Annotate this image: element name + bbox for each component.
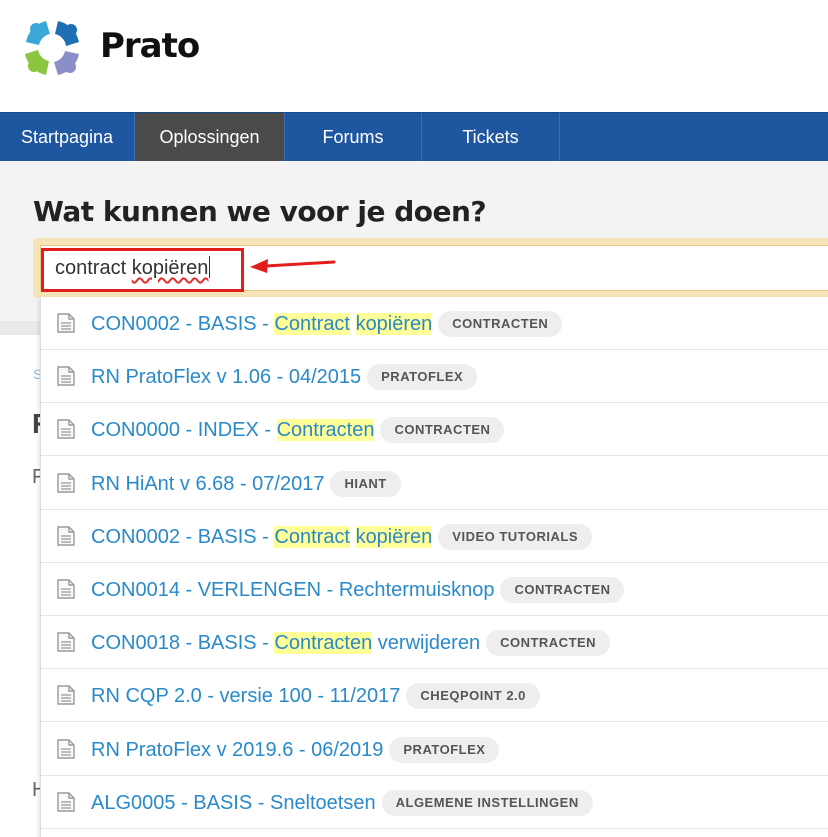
document-icon xyxy=(57,313,75,333)
suggestion-link[interactable]: RN CQP 2.0 - versie 100 - 11/2017 CHEQPOI… xyxy=(91,683,540,710)
document-icon xyxy=(57,738,75,759)
suggestion-title-part: RN PratoFlex v 2019.6 - 06/2019 xyxy=(91,738,384,761)
suggestion-link[interactable]: CON0000 - INDEX - Contracten CONTRACTEN xyxy=(91,417,505,444)
document-icon xyxy=(57,579,75,599)
suggestion-title-part: Contract xyxy=(274,313,350,335)
suggestion-link[interactable]: RN PratoFlex v 1.06 - 04/2015 PRATOFLEX xyxy=(91,364,478,391)
document-icon xyxy=(57,526,75,546)
site-header: Prato xyxy=(0,0,828,112)
suggestion-link[interactable]: ALG0005 - BASIS - Sneltoetsen ALGEMENE IN… xyxy=(91,789,593,816)
document-icon xyxy=(57,419,75,440)
main-nav: Startpagina Oplossingen Forums Tickets xyxy=(0,112,828,162)
suggestion-row[interactable]: RN PratoFlex v 2019.6 - 06/2019 PRATOFLEX xyxy=(41,723,828,776)
category-tag[interactable]: CONTRACTEN xyxy=(380,417,505,444)
category-tag[interactable]: CHEQPOINT 2.0 xyxy=(406,683,540,710)
category-tag[interactable]: VIDEO TUTORIALS xyxy=(438,523,592,550)
nav-item-oplossingen[interactable]: Oplossingen xyxy=(135,113,285,162)
category-tag[interactable]: CONTRACTEN xyxy=(500,577,625,603)
suggestion-row[interactable]: CON0018 - BASIS - Contracten verwijderen… xyxy=(41,616,828,670)
document-icon xyxy=(57,366,75,386)
document-icon xyxy=(57,792,75,812)
prato-logo-icon[interactable] xyxy=(16,12,88,84)
suggestion-title-part: RN CQP 2.0 - versie 100 - 11/2017 xyxy=(91,685,401,708)
nav-item-forums[interactable]: Forums xyxy=(285,113,422,162)
suggestion-title-part xyxy=(350,526,356,548)
annotation-highlight-box xyxy=(41,248,244,292)
search-heading: Wat kunnen we voor je doen? xyxy=(33,195,487,228)
suggestion-link[interactable]: CON0018 - BASIS - Contracten verwijderen… xyxy=(91,630,611,657)
document-icon xyxy=(57,472,75,493)
search-suggestions-dropdown: CON0002 - BASIS - Contract kopiëren CONTR… xyxy=(40,297,828,837)
suggestion-row[interactable]: CON0014 - VERLENGEN - Rechtermuisknop CON… xyxy=(41,563,828,616)
nav-item-tickets[interactable]: Tickets xyxy=(422,113,560,162)
suggestion-title-part: verwijderen xyxy=(372,632,481,655)
suggestion-link[interactable]: CON0014 - VERLENGEN - Rechtermuisknop CON… xyxy=(91,577,625,603)
suggestion-row[interactable]: CON0002 - BASIS - Contract kopiëren VIDEO… xyxy=(41,510,828,563)
suggestion-row[interactable]: CON0000 - INDEX - Contracten CONTRACTEN xyxy=(41,403,828,457)
suggestion-link[interactable]: RN HiAnt v 6.68 - 07/2017 HIANT xyxy=(91,470,401,497)
nav-item-startpagina[interactable]: Startpagina xyxy=(0,113,135,162)
category-tag[interactable]: PRATOFLEX xyxy=(367,364,478,391)
brand-name[interactable]: Prato xyxy=(100,26,200,66)
suggestion-link[interactable]: CON0002 - BASIS - Contract kopiëren CONTR… xyxy=(91,311,563,337)
suggestion-title-part: Contracten xyxy=(274,632,373,655)
suggestion-title-part: CON0018 - BASIS - xyxy=(91,632,275,655)
suggestion-row[interactable]: RN PratoFlex v 1.06 - 04/2015 PRATOFLEX xyxy=(41,350,828,404)
suggestion-title-part: Contracten xyxy=(276,419,375,442)
document-icon xyxy=(57,632,75,652)
suggestion-row[interactable]: CON0002 - BASIS - Contract kopiëren CONTR… xyxy=(41,297,828,350)
category-tag[interactable]: CONTRACTEN xyxy=(486,630,611,657)
suggestion-link[interactable]: CON0002 - BASIS - Contract kopiëren VIDEO… xyxy=(91,523,592,550)
suggestion-title-part: CON0002 - BASIS - xyxy=(91,313,275,335)
suggestion-title-part: RN PratoFlex v 1.06 - 04/2015 xyxy=(91,366,362,389)
category-tag[interactable]: CONTRACTEN xyxy=(438,311,563,337)
suggestion-title-part: CON0014 - VERLENGEN - Rechtermuisknop xyxy=(91,579,495,601)
suggestion-title-part: RN HiAnt v 6.68 - 07/2017 xyxy=(91,472,325,495)
category-tag[interactable]: PRATOFLEX xyxy=(389,736,500,763)
document-icon xyxy=(57,685,75,706)
suggestion-title-part: kopiëren xyxy=(355,525,433,548)
suggestion-link[interactable]: RN PratoFlex v 2019.6 - 06/2019 PRATOFLEX xyxy=(91,736,500,763)
suggestion-title-part: CON0002 - BASIS - xyxy=(91,525,275,548)
annotation-arrow-icon xyxy=(250,259,336,273)
suggestion-title-part: kopiëren xyxy=(355,313,433,335)
category-tag[interactable]: HIANT xyxy=(330,470,401,497)
suggestion-title-part: Contract xyxy=(274,525,350,548)
suggestion-title-part: ALG0005 - BASIS - Sneltoetsen xyxy=(91,791,376,814)
suggestion-row[interactable]: RN HiAnt v 6.68 - 07/2017 HIANT xyxy=(41,457,828,510)
suggestion-row[interactable]: ALG0005 - BASIS - Sneltoetsen ALGEMENE IN… xyxy=(41,776,828,829)
suggestion-row[interactable]: RN CQP 2.0 - versie 100 - 11/2017 CHEQPOI… xyxy=(41,669,828,723)
suggestion-title-part xyxy=(350,313,356,335)
suggestion-title-part: CON0000 - INDEX - xyxy=(91,419,277,442)
category-tag[interactable]: ALGEMENE INSTELLINGEN xyxy=(381,789,593,816)
